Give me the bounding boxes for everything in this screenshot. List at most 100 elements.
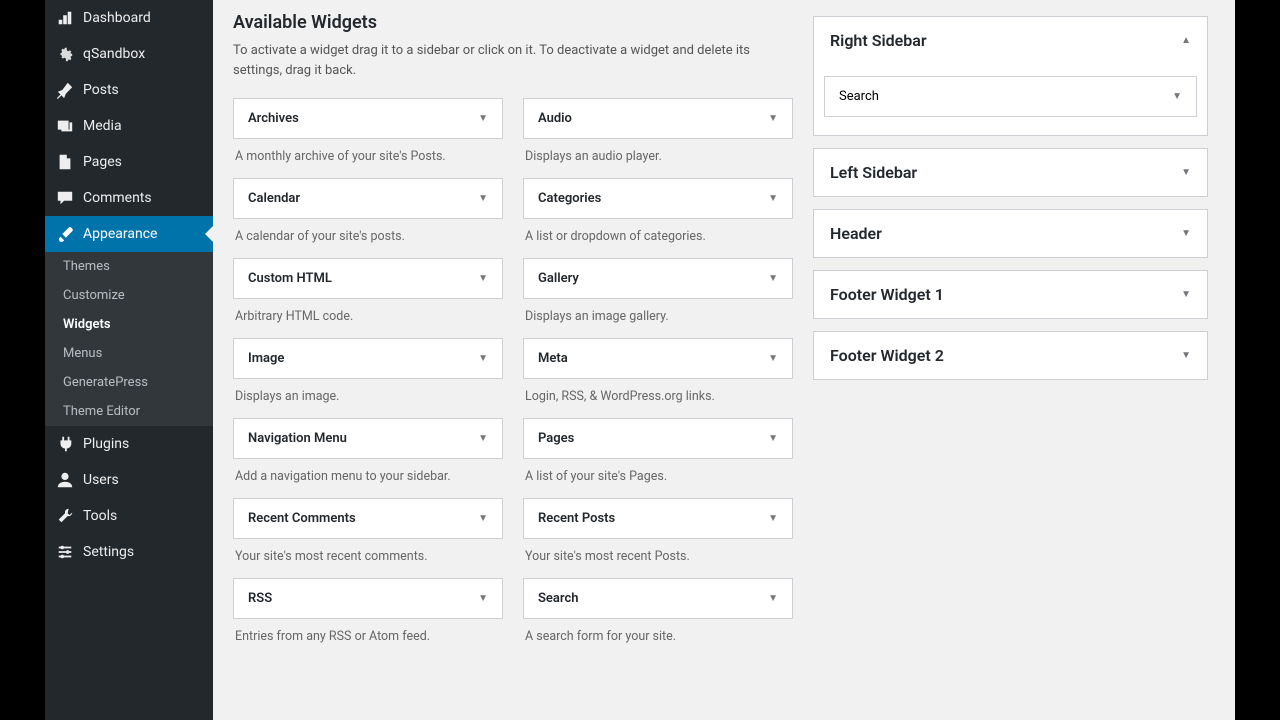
nav-label: Media <box>83 118 122 134</box>
widget-desc: A list or dropdown of categories. <box>523 229 793 244</box>
nav-label: Appearance <box>83 226 157 242</box>
widget-cell: Categories▼ A list or dropdown of categor… <box>523 178 793 244</box>
widget-label: Recent Comments <box>248 511 356 526</box>
media-icon <box>55 116 75 136</box>
chevron-down-icon: ▼ <box>768 273 778 284</box>
subnav-customize[interactable]: Customize <box>45 281 213 310</box>
nav-label: Dashboard <box>83 10 151 26</box>
widget-desc: A search form for your site. <box>523 629 793 644</box>
widget-label: Search <box>538 591 579 606</box>
widget-navigation-menu[interactable]: Navigation Menu▼ <box>233 418 503 459</box>
wrench-icon <box>55 506 75 526</box>
subnav-menus[interactable]: Menus <box>45 339 213 368</box>
widget-label: Image <box>248 351 284 366</box>
area-right-sidebar: Right Sidebar ▲ Search ▼ <box>813 16 1208 136</box>
widget-grid: Archives▼ A monthly archive of your site'… <box>233 98 793 644</box>
nav-label: Posts <box>83 82 119 98</box>
nav-label: Plugins <box>83 436 129 452</box>
nav-label: Users <box>83 472 119 488</box>
nav-tools[interactable]: Tools <box>45 498 213 534</box>
nav-settings[interactable]: Settings <box>45 534 213 570</box>
nav-label: Tools <box>83 508 117 524</box>
area-head-footer2[interactable]: Footer Widget 2 ▼ <box>814 332 1207 379</box>
widget-audio[interactable]: Audio▼ <box>523 98 793 139</box>
chevron-up-icon: ▲ <box>1181 35 1191 46</box>
nav-label: Comments <box>83 190 152 206</box>
nav-label: qSandbox <box>83 46 145 62</box>
widget-label: Meta <box>538 351 568 366</box>
nav-posts[interactable]: Posts <box>45 72 213 108</box>
chevron-down-icon: ▼ <box>478 113 488 124</box>
area-head-right-sidebar[interactable]: Right Sidebar ▲ <box>814 17 1207 64</box>
widget-archives[interactable]: Archives▼ <box>233 98 503 139</box>
nav-users[interactable]: Users <box>45 462 213 498</box>
widget-categories[interactable]: Categories▼ <box>523 178 793 219</box>
widget-desc: A monthly archive of your site's Posts. <box>233 149 503 164</box>
widget-label: RSS <box>248 591 272 606</box>
area-footer1: Footer Widget 1 ▼ <box>813 270 1208 319</box>
chevron-down-icon: ▼ <box>1181 167 1191 178</box>
chevron-down-icon: ▼ <box>478 433 488 444</box>
chevron-down-icon: ▼ <box>768 593 778 604</box>
widget-label: Calendar <box>248 191 300 206</box>
widget-desc: Displays an audio player. <box>523 149 793 164</box>
widget-search[interactable]: Search ▼ <box>523 578 793 619</box>
chevron-down-icon: ▼ <box>1181 289 1191 300</box>
area-body-right-sidebar: Search ▼ <box>814 64 1207 135</box>
available-widgets-title: Available Widgets <box>233 12 793 33</box>
admin-sidebar: Dashboard qSandbox Posts Media Pages Com… <box>45 0 213 720</box>
sliders-icon <box>55 542 75 562</box>
widget-pages[interactable]: Pages ▼ <box>523 418 793 459</box>
widget-desc: A list of your site's Pages. <box>523 469 793 484</box>
area-title: Right Sidebar <box>830 31 927 50</box>
subnav-themes[interactable]: Themes <box>45 252 213 281</box>
chevron-down-icon: ▼ <box>768 433 778 444</box>
chevron-down-icon: ▼ <box>1172 91 1182 102</box>
widget-calendar[interactable]: Calendar▼ <box>233 178 503 219</box>
widget-gallery[interactable]: Gallery▼ <box>523 258 793 299</box>
widget-meta[interactable]: Meta▼ <box>523 338 793 379</box>
widget-recent-comments[interactable]: Recent Comments▼ <box>233 498 503 539</box>
widget-cell: Recent Comments▼Your site's most recent … <box>233 498 503 564</box>
widget-cell: Archives▼ A monthly archive of your site'… <box>233 98 503 164</box>
widget-cell: Meta▼ Login, RSS, & WordPress.org links. <box>523 338 793 404</box>
nav-appearance[interactable]: Appearance <box>45 216 213 252</box>
area-title: Footer Widget 1 <box>830 285 944 304</box>
placed-widget-search[interactable]: Search ▼ <box>824 76 1197 117</box>
area-head-footer1[interactable]: Footer Widget 1 ▼ <box>814 271 1207 318</box>
chevron-down-icon: ▼ <box>1181 228 1191 239</box>
widget-image[interactable]: Image▼ <box>233 338 503 379</box>
nav-comments[interactable]: Comments <box>45 180 213 216</box>
nav-plugins[interactable]: Plugins <box>45 426 213 462</box>
available-widgets-desc: To activate a widget drag it to a sideba… <box>233 41 793 80</box>
widget-cell: Calendar▼A calendar of your site's posts… <box>233 178 503 244</box>
widget-desc: Add a navigation menu to your sidebar. <box>233 469 503 484</box>
area-head-header[interactable]: Header ▼ <box>814 210 1207 257</box>
brush-icon <box>55 224 75 244</box>
nav-media[interactable]: Media <box>45 108 213 144</box>
subnav-theme-editor[interactable]: Theme Editor <box>45 397 213 426</box>
widget-label: Pages <box>538 431 574 446</box>
area-title: Footer Widget 2 <box>830 346 944 365</box>
placed-widget-label: Search <box>839 89 879 104</box>
nav-qsandbox[interactable]: qSandbox <box>45 36 213 72</box>
comment-icon <box>55 188 75 208</box>
appearance-submenu: Themes Customize Widgets Menus GenerateP… <box>45 252 213 426</box>
area-title: Left Sidebar <box>830 163 917 182</box>
chevron-down-icon: ▼ <box>768 113 778 124</box>
widget-cell: Gallery▼Displays an image gallery. <box>523 258 793 324</box>
area-head-left-sidebar[interactable]: Left Sidebar ▼ <box>814 149 1207 196</box>
nav-pages[interactable]: Pages <box>45 144 213 180</box>
nav-dashboard[interactable]: Dashboard <box>45 0 213 36</box>
available-widgets-col: Available Widgets To activate a widget d… <box>233 0 793 700</box>
widget-desc: Login, RSS, & WordPress.org links. <box>523 389 793 404</box>
subnav-generatepress[interactable]: GeneratePress <box>45 368 213 397</box>
widget-label: Custom HTML <box>248 271 332 286</box>
widget-cell: RSS▼Entries from any RSS or Atom feed. <box>233 578 503 644</box>
widget-rss[interactable]: RSS▼ <box>233 578 503 619</box>
nav-label: Pages <box>83 154 122 170</box>
area-title: Header <box>830 224 882 243</box>
widget-custom-html[interactable]: Custom HTML▼ <box>233 258 503 299</box>
subnav-widgets[interactable]: Widgets <box>45 310 213 339</box>
widget-recent-posts[interactable]: Recent Posts▼ <box>523 498 793 539</box>
